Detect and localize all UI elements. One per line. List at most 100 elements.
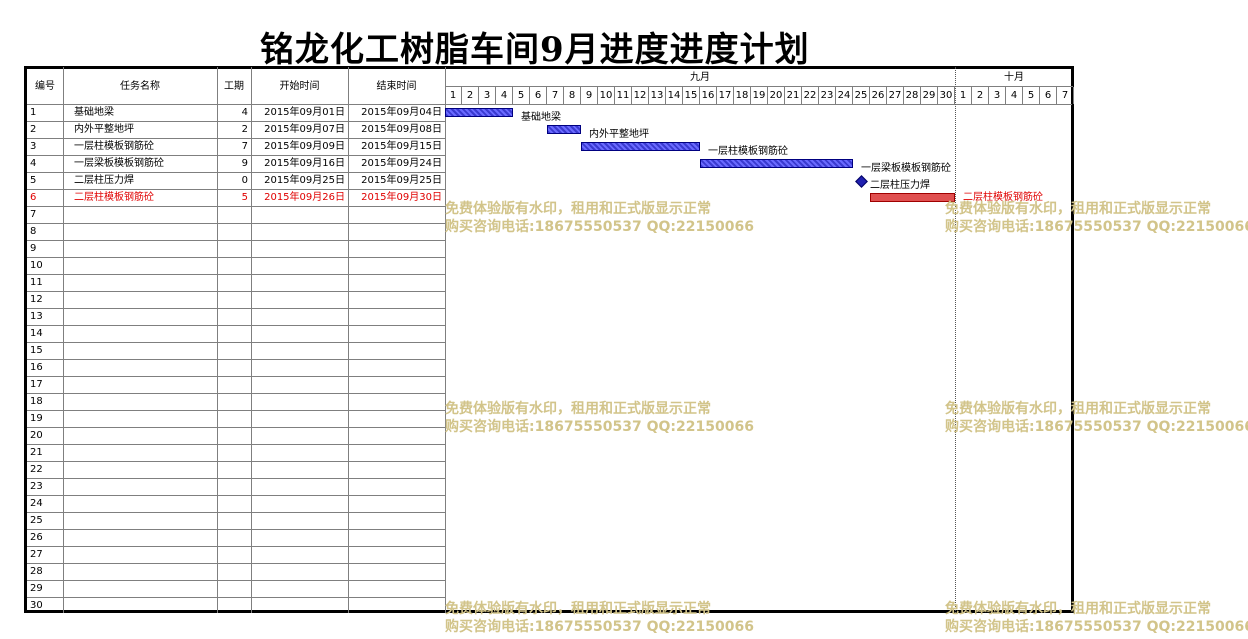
row-divider: [27, 478, 445, 479]
task-start: 2015年09月01日: [264, 107, 345, 118]
day-header-cell: 4: [496, 87, 513, 104]
row-divider: [27, 274, 445, 275]
row-number: 8: [30, 226, 37, 237]
task-end: 2015年09月24日: [361, 158, 442, 169]
row-divider: [27, 359, 445, 360]
day-header-cell: 6: [1040, 87, 1057, 104]
watermark-text: 免费体验版有水印，租用和正式版显示正常: [445, 601, 711, 617]
row-number: 25: [30, 515, 43, 526]
day-header-cell: 3: [989, 87, 1006, 104]
column-divider: [63, 67, 64, 613]
watermark-text: 免费体验版有水印，租用和正式版显示正常: [945, 601, 1211, 617]
month-divider: [955, 67, 956, 613]
day-header-cell: 20: [768, 87, 785, 104]
row-number: 11: [30, 277, 43, 288]
day-header-cell: 15: [683, 87, 700, 104]
task-duration: 7: [241, 141, 248, 152]
day-header-cell: 13: [649, 87, 666, 104]
day-header-cell: 3: [479, 87, 496, 104]
row-divider: [27, 580, 445, 581]
row-divider: [27, 444, 445, 445]
task-name: 二层柱压力焊: [74, 175, 134, 186]
gantt-bar[interactable]: [547, 125, 581, 134]
day-header-cell: 5: [1023, 87, 1040, 104]
task-start: 2015年09月26日: [264, 192, 345, 203]
day-header-cell: 19: [751, 87, 768, 104]
day-header-cell: 24: [836, 87, 853, 104]
row-number: 27: [30, 549, 43, 560]
row-divider: [27, 342, 445, 343]
row-number: 14: [30, 328, 43, 339]
header-start: 开始时间: [279, 81, 320, 92]
gantt-bar-label: 一层梁板模板钢筋砼: [861, 163, 951, 174]
gantt-bar-label: 二层柱压力焊: [870, 180, 930, 191]
gantt-bar[interactable]: [445, 108, 513, 117]
day-header-cell: 1: [445, 87, 462, 104]
day-header-cell: 10: [598, 87, 615, 104]
page-title: 铭龙化工树脂车间9月进度进度计划: [260, 30, 810, 70]
gantt-bar[interactable]: [581, 142, 700, 151]
row-divider: [27, 308, 445, 309]
row-divider: [27, 546, 445, 547]
column-divider: [445, 67, 446, 613]
row-number: 22: [30, 464, 43, 475]
day-header-cell: 16: [700, 87, 717, 104]
day-header-cell: 26: [870, 87, 887, 104]
gantt-bar[interactable]: [870, 193, 955, 202]
day-header-cell: 30: [938, 87, 955, 104]
header-end: 结束时间: [376, 81, 417, 92]
day-header-cell: 27: [887, 87, 904, 104]
task-end: 2015年09月04日: [361, 107, 442, 118]
day-header-cell: 6: [530, 87, 547, 104]
task-start: 2015年09月07日: [264, 124, 345, 135]
task-start: 2015年09月25日: [264, 175, 345, 186]
task-name: 一层柱模板钢筋砼: [74, 141, 154, 152]
row-divider: [27, 240, 445, 241]
watermark-text: 购买咨询电话:18675550537 QQ:22150066: [445, 619, 754, 635]
row-number: 10: [30, 260, 43, 271]
day-header-cell: 8: [564, 87, 581, 104]
gantt-bar[interactable]: [700, 159, 853, 168]
row-number: 19: [30, 413, 43, 424]
row-number: 7: [30, 209, 37, 220]
row-divider: [27, 495, 445, 496]
day-header-cell: 2: [972, 87, 989, 104]
month-sep-label: 九月: [690, 72, 710, 83]
header-name: 任务名称: [120, 81, 160, 92]
gantt-bar-label: 一层柱模板钢筋砼: [708, 146, 788, 157]
row-number: 17: [30, 379, 43, 390]
day-header-cell: 23: [819, 87, 836, 104]
day-header-cell: 9: [581, 87, 598, 104]
row-divider: [27, 529, 445, 530]
task-duration: 4: [241, 107, 248, 118]
row-divider: [27, 223, 445, 224]
row-number: 15: [30, 345, 43, 356]
header-no: 编号: [35, 81, 55, 92]
watermark-text: 购买咨询电话:18675550537 QQ:22150066: [445, 219, 754, 235]
row-number: 13: [30, 311, 43, 322]
row-divider: [27, 461, 445, 462]
task-duration: 0: [241, 175, 248, 186]
task-name: 二层柱模板钢筋砼: [74, 192, 154, 203]
task-no: 3: [30, 141, 37, 152]
watermark-text: 免费体验版有水印，租用和正式版显示正常: [945, 401, 1211, 417]
watermark-text: 购买咨询电话:18675550537 QQ:22150066: [945, 419, 1248, 435]
row-divider: [27, 410, 445, 411]
row-divider: [27, 427, 445, 428]
day-header-cell: 18: [734, 87, 751, 104]
watermark-text: 免费体验版有水印，租用和正式版显示正常: [445, 201, 711, 217]
row-divider: [27, 206, 445, 207]
row-number: 16: [30, 362, 43, 373]
day-header-cell: 21: [785, 87, 802, 104]
row-number: 26: [30, 532, 43, 543]
row-divider: [27, 597, 445, 598]
task-no: 5: [30, 175, 37, 186]
day-header-cell: 17: [717, 87, 734, 104]
watermark-text: 购买咨询电话:18675550537 QQ:22150066: [445, 419, 754, 435]
row-number: 18: [30, 396, 43, 407]
task-no: 1: [30, 107, 37, 118]
task-start: 2015年09月16日: [264, 158, 345, 169]
month-oct-label: 十月: [1004, 72, 1024, 83]
task-name: 基础地梁: [74, 107, 114, 118]
day-header-cell: 1: [955, 87, 972, 104]
